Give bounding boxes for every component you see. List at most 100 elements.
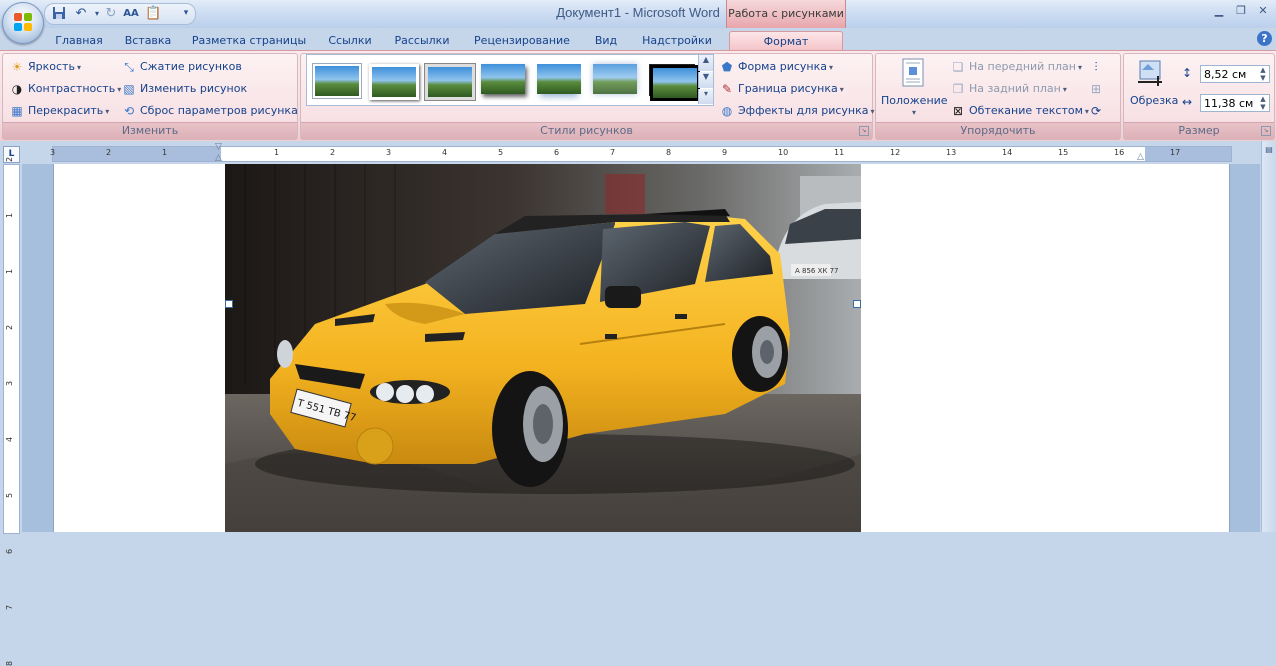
- picture-shape-button[interactable]: ⬟ Форма рисунка ▾: [719, 58, 833, 76]
- gallery-scroll-down[interactable]: ▼: [698, 72, 713, 88]
- style-thumb[interactable]: [593, 64, 637, 94]
- chevron-down-icon: ▾: [105, 107, 110, 116]
- change-picture-icon: ▧: [123, 82, 135, 96]
- restore-button[interactable]: ❐: [1230, 4, 1252, 20]
- gallery-scroll-up[interactable]: ▲: [698, 55, 713, 71]
- picture-border-button[interactable]: ✎ Граница рисунка ▾: [719, 80, 844, 98]
- text-wrapping-label: Обтекание текстом: [969, 104, 1083, 117]
- group-adjust: ☀ Яркость ▾ ◑ Контрастность ▾ ▦ Перекрасить ▾ …: [2, 53, 298, 140]
- ruler-number: 16: [1114, 148, 1125, 157]
- tab-addins[interactable]: Надстройки: [636, 31, 718, 50]
- dialog-launcher-icon[interactable]: ↘: [1261, 126, 1271, 136]
- gallery-more[interactable]: ▾: [698, 89, 713, 104]
- style-thumb[interactable]: [313, 64, 361, 98]
- ruler-number: 6: [554, 148, 560, 157]
- send-to-back-button[interactable]: ❐ На задний план ▾: [950, 80, 1067, 98]
- car-photo[interactable]: А 856 ХК 77 Т 551 ТВ 77: [225, 164, 861, 532]
- tab-review[interactable]: Рецензирование: [468, 31, 576, 50]
- bring-to-front-button[interactable]: ❏ На передний план ▾: [950, 58, 1082, 76]
- tab-insert[interactable]: Вставка: [120, 31, 176, 50]
- ruler-number: 2: [330, 148, 336, 157]
- indent-marker[interactable]: ▽: [215, 142, 222, 152]
- picture-tools-label: Работа с рисунками: [728, 7, 844, 20]
- tab-mailings[interactable]: Рассылки: [390, 31, 454, 50]
- minimize-button[interactable]: ▁: [1208, 4, 1230, 20]
- tab-format[interactable]: Формат: [729, 31, 843, 51]
- compress-pictures-button[interactable]: ⤡ Сжатие рисунков: [121, 58, 242, 76]
- reset-picture-button[interactable]: ⟲ Сброс параметров рисунка: [121, 102, 298, 120]
- group-label-size: Размер: [1124, 122, 1274, 139]
- rotate-icon: ⟳: [1090, 104, 1102, 118]
- height-spinner[interactable]: ▲ ▼: [1257, 66, 1269, 82]
- car-photo-graphic: А 856 ХК 77 Т 551 ТВ 77: [225, 164, 861, 532]
- ruler-number: 1: [162, 148, 168, 157]
- style-thumb-selected[interactable]: [649, 64, 700, 101]
- close-button[interactable]: ✕: [1252, 4, 1274, 20]
- group-size: Обрезка ↕ 8,52 см ▲ ▼ ↔ 11,38 см ▲ ▼ Разме…: [1123, 53, 1275, 140]
- vertical-ruler[interactable]: 2 1 1 2 3 4 5 6 7 8: [3, 157, 20, 666]
- width-spinner[interactable]: ▲ ▼: [1257, 95, 1269, 111]
- chevron-down-icon: ▾: [912, 108, 917, 117]
- ruler-number: 17: [1170, 148, 1181, 157]
- tab-view[interactable]: Вид: [588, 31, 624, 50]
- text-wrapping-button[interactable]: ⊠ Обтекание текстом ▾: [950, 102, 1089, 120]
- brightness-label: Яркость: [28, 60, 75, 73]
- resize-handle-left[interactable]: [225, 300, 233, 308]
- vruler-number: 6: [5, 548, 15, 555]
- contrast-button[interactable]: ◑ Контрастность ▾: [9, 80, 121, 98]
- position-icon: [900, 58, 926, 88]
- resize-handle-right[interactable]: [853, 300, 861, 308]
- dialog-launcher-icon[interactable]: ↘: [859, 126, 869, 136]
- height-icon: ↕: [1182, 66, 1193, 80]
- change-picture-button[interactable]: ▧ Изменить рисунок: [121, 80, 247, 98]
- tab-references[interactable]: Ссылки: [322, 31, 378, 50]
- group-objects-button[interactable]: ⊞: [1088, 80, 1107, 98]
- style-thumb[interactable]: [425, 64, 475, 100]
- vruler-number: 8: [5, 660, 15, 666]
- reset-picture-icon: ⟲: [123, 104, 135, 118]
- right-indent-marker[interactable]: △: [1137, 152, 1144, 162]
- left-indent-marker[interactable]: △: [215, 153, 222, 163]
- ruler-number: 7: [610, 148, 616, 157]
- crop-button[interactable]: Обрезка: [1130, 92, 1178, 110]
- picture-effects-button[interactable]: ◍ Эффекты для рисунка ▾: [719, 102, 875, 120]
- vruler-number: 1: [5, 212, 15, 219]
- office-logo-icon: [14, 13, 32, 31]
- ruler-number: 3: [50, 148, 56, 157]
- change-picture-label: Изменить рисунок: [140, 82, 248, 95]
- send-to-back-label: На задний план: [969, 82, 1061, 95]
- bring-to-front-label: На передний план: [969, 60, 1076, 73]
- recolor-icon: ▦: [11, 104, 23, 118]
- chevron-down-icon: ▾: [839, 85, 844, 94]
- picture-tools-header: Работа с рисунками: [726, 0, 846, 28]
- chevron-down-icon: ▾: [1062, 85, 1067, 94]
- ruler-number: 12: [890, 148, 901, 157]
- recolor-button[interactable]: ▦ Перекрасить ▾: [9, 102, 109, 120]
- height-field[interactable]: 8,52 см ▲ ▼: [1200, 65, 1270, 83]
- picture-border-icon: ✎: [721, 82, 733, 96]
- rotate-button[interactable]: ⟳: [1088, 102, 1107, 120]
- ruler-number: 15: [1058, 148, 1069, 157]
- vruler-number: 1: [5, 268, 15, 275]
- ruler-number: 10: [778, 148, 789, 157]
- tab-home[interactable]: Главная: [52, 31, 106, 50]
- chevron-down-icon: ▾: [870, 107, 875, 116]
- style-thumb[interactable]: [481, 64, 525, 94]
- align-icon: ⫶: [1094, 60, 1098, 74]
- brightness-icon: ☀: [11, 60, 23, 74]
- crop-icon: [1136, 58, 1166, 88]
- group-label-adjust: Изменить: [3, 122, 297, 139]
- style-thumb[interactable]: [369, 64, 419, 100]
- width-field[interactable]: 11,38 см ▲ ▼: [1200, 94, 1270, 112]
- brightness-button[interactable]: ☀ Яркость ▾: [9, 58, 81, 76]
- office-button[interactable]: [2, 2, 44, 44]
- ruler-toggle-icon[interactable]: ▤: [1263, 145, 1275, 157]
- text-wrapping-icon: ⊠: [952, 104, 964, 118]
- style-thumb[interactable]: [537, 64, 581, 94]
- align-button[interactable]: ⫶: [1088, 58, 1107, 76]
- picture-shape-icon: ⬟: [721, 60, 733, 74]
- tab-page-layout[interactable]: Разметка страницы: [190, 31, 308, 50]
- horizontal-ruler[interactable]: 3 2 1 1 2 3 4 5 6 7 8 9 10 11 12 13 14 15 16 17: [50, 146, 1232, 162]
- help-icon[interactable]: ?: [1257, 31, 1272, 46]
- vertical-scrollbar[interactable]: ▤: [1261, 141, 1276, 532]
